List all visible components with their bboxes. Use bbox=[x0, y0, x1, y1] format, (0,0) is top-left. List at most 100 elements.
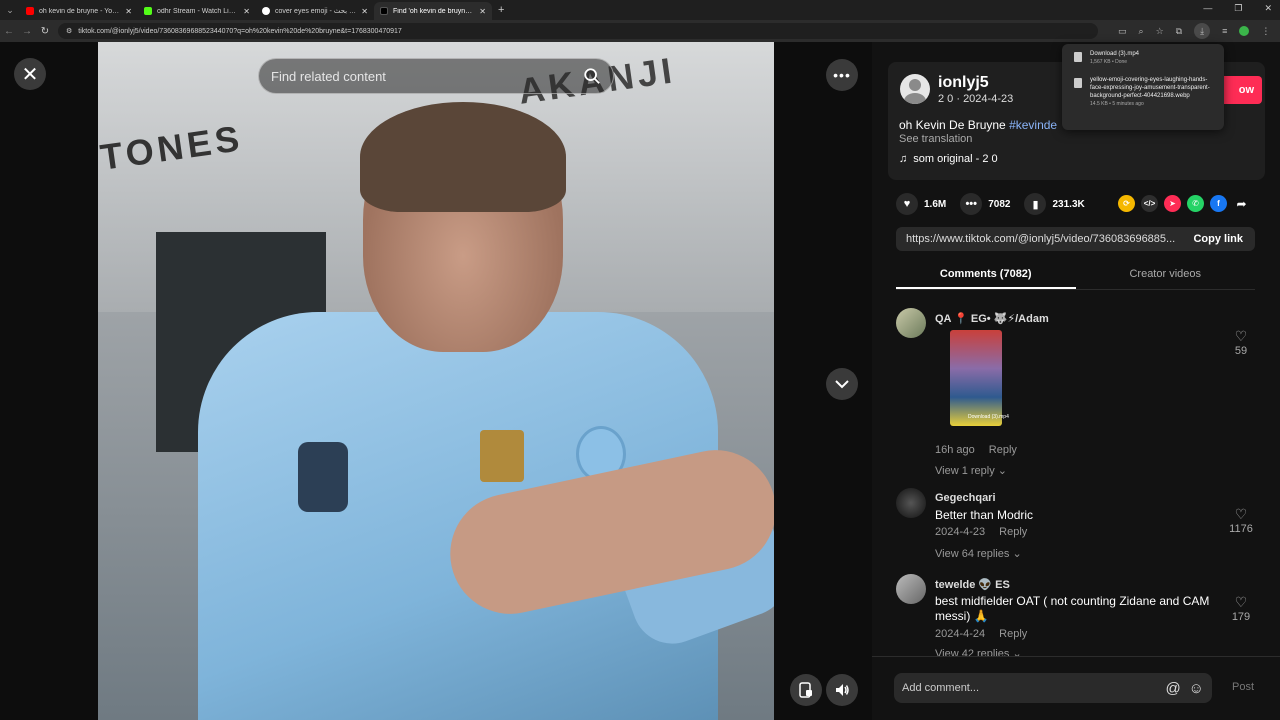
new-tab-icon[interactable]: + bbox=[498, 4, 504, 16]
file-icon bbox=[1074, 78, 1082, 88]
copy-link-button[interactable]: Copy link bbox=[1181, 233, 1255, 245]
reload-icon[interactable]: ↻ bbox=[36, 26, 54, 37]
close-tab-icon[interactable]: ✕ bbox=[361, 7, 368, 16]
commenter-name[interactable]: QA 📍 EG• 🐺⚡/Adam bbox=[935, 312, 1049, 325]
whatsapp-icon[interactable]: ✆ bbox=[1187, 195, 1204, 212]
heart-outline-icon: ♡ bbox=[1234, 594, 1248, 610]
comment-meta: 16h ago Reply bbox=[935, 444, 1017, 456]
comment-action[interactable]: ••• 7082 bbox=[960, 193, 1010, 215]
address-bar: ← → ↻ ⚙ tiktok.com/@ionlyj5/video/736083… bbox=[0, 20, 1280, 42]
next-video-button[interactable] bbox=[826, 368, 858, 400]
browser-tab-youtube[interactable]: oh kevin de bruyne - YouTube ✕ bbox=[20, 2, 138, 20]
tab-creator-videos[interactable]: Creator videos bbox=[1076, 262, 1256, 289]
comment-item: QA 📍 EG• 🐺⚡/Adam Download (3).mp4 16h ag… bbox=[896, 308, 1256, 478]
repost-icon[interactable]: ⟳ bbox=[1118, 195, 1135, 212]
comment-meta: 2024-4-23 Reply bbox=[935, 526, 1028, 538]
comment-text: best midfielder OAT ( not counting Zidan… bbox=[935, 594, 1210, 623]
post-button[interactable]: Post bbox=[1232, 681, 1254, 693]
tiktok-favicon-icon bbox=[380, 7, 388, 15]
download-status: 1,567 KB • Done bbox=[1090, 59, 1128, 65]
search-icon[interactable] bbox=[583, 67, 601, 85]
volume-button[interactable] bbox=[826, 674, 858, 706]
video-link-text[interactable]: https://www.tiktok.com/@ionlyj5/video/73… bbox=[896, 233, 1181, 245]
comment-input[interactable] bbox=[902, 682, 1158, 694]
reply-button[interactable]: Reply bbox=[999, 526, 1027, 538]
find-related-search[interactable] bbox=[258, 58, 614, 94]
browser-tab-kick[interactable]: odhr Stream - Watch Live on Ki ✕ bbox=[138, 2, 256, 20]
cast-icon[interactable]: ▭ bbox=[1118, 26, 1127, 37]
browser-tab-google[interactable]: cover eyes emoji - بحث Google ✕ bbox=[256, 2, 374, 20]
save-action[interactable]: ▮ 231.3K bbox=[1024, 193, 1085, 215]
maximize-icon[interactable]: ❐ bbox=[1234, 3, 1242, 14]
tab-search-icon[interactable]: ⌄ bbox=[0, 0, 20, 20]
zoom-icon[interactable]: ⌕ bbox=[1139, 26, 1144, 37]
close-video-button[interactable]: ✕ bbox=[14, 58, 46, 90]
hashtag-link[interactable]: #kevinde bbox=[1009, 118, 1057, 132]
speaker-icon bbox=[836, 684, 849, 696]
profile-avatar[interactable] bbox=[1239, 26, 1250, 36]
close-tab-icon[interactable]: ✕ bbox=[125, 7, 132, 16]
download-icon[interactable]: ⤓ bbox=[1194, 23, 1211, 39]
sound-link[interactable]: ♫ som original - 2 0 bbox=[899, 153, 998, 165]
attachment-caption: Download (3).mp4 bbox=[968, 414, 1009, 420]
download-item[interactable]: yellow-emoji-covering-eyes-laughing-hand… bbox=[1074, 76, 1212, 107]
reply-button[interactable]: Reply bbox=[999, 628, 1027, 640]
commenter-avatar[interactable] bbox=[896, 308, 926, 338]
commenter-name[interactable]: Gegechqari bbox=[935, 492, 996, 504]
facebook-icon[interactable]: f bbox=[1210, 195, 1227, 212]
download-item[interactable]: Download (3).mp4 1,567 KB • Done bbox=[1074, 50, 1212, 65]
minimize-icon[interactable]: — bbox=[1203, 3, 1212, 14]
comment-like[interactable]: ♡ 1176 bbox=[1226, 506, 1256, 535]
view-replies-button[interactable]: View 42 replies ⌄ bbox=[935, 647, 1022, 656]
mention-icon[interactable]: @ bbox=[1165, 680, 1180, 697]
commenter-avatar[interactable] bbox=[896, 574, 926, 604]
emoji-icon[interactable]: ☺ bbox=[1189, 680, 1204, 697]
see-translation-link[interactable]: See translation bbox=[899, 133, 972, 145]
comment-image-attachment[interactable]: Download (3).mp4 bbox=[950, 330, 1009, 426]
author-username[interactable]: ionlyj5 bbox=[938, 74, 989, 92]
send-to-friends-icon[interactable]: ➤ bbox=[1164, 195, 1181, 212]
comment-composer: @ ☺ Post bbox=[872, 656, 1280, 720]
toolbar-extensions: ▭ ⌕ ☆ ⧉ ⤓ ≡ ⋮ bbox=[1118, 23, 1270, 39]
commenter-avatar[interactable] bbox=[896, 488, 926, 518]
back-icon[interactable]: ← bbox=[0, 26, 18, 37]
author-meta: 2 0 · 2024-4-23 bbox=[938, 93, 1014, 105]
video-link-box: https://www.tiktok.com/@ionlyj5/video/73… bbox=[896, 227, 1255, 251]
forward-icon[interactable]: → bbox=[18, 26, 36, 37]
menu-kebab-icon[interactable]: ⋮ bbox=[1261, 26, 1270, 37]
url-field[interactable]: ⚙ tiktok.com/@ionlyj5/video/736083696885… bbox=[58, 23, 1098, 39]
close-tab-icon[interactable]: ✕ bbox=[479, 7, 486, 16]
bookmark-star-icon[interactable]: ☆ bbox=[1156, 26, 1164, 37]
extensions-icon[interactable]: ⧉ bbox=[1176, 26, 1182, 37]
more-options-button[interactable]: ••• bbox=[826, 59, 858, 91]
site-info-icon[interactable]: ⚙ bbox=[66, 27, 72, 35]
search-input[interactable] bbox=[271, 68, 583, 84]
reply-button[interactable]: Reply bbox=[989, 444, 1017, 456]
comment-item: tewelde 👽 ES best midfielder OAT ( not c… bbox=[896, 574, 1256, 656]
tab-groups-icon[interactable]: ≡ bbox=[1222, 26, 1227, 36]
kick-favicon-icon bbox=[144, 7, 152, 15]
like-action[interactable]: ♥ 1.6M bbox=[896, 193, 946, 215]
video-player[interactable]: TONES AKANJI bbox=[98, 42, 774, 720]
close-window-icon[interactable]: ✕ bbox=[1264, 3, 1272, 14]
commenter-name[interactable]: tewelde 👽 ES bbox=[935, 578, 1010, 591]
heart-outline-icon: ♡ bbox=[1234, 506, 1248, 522]
comment-like[interactable]: ♡ 179 bbox=[1226, 594, 1256, 623]
embed-code-icon[interactable]: </> bbox=[1141, 195, 1158, 212]
file-icon bbox=[1074, 52, 1082, 62]
browser-tab-tiktok[interactable]: Find 'oh kevin de bruyne' o ✕ bbox=[374, 2, 492, 20]
tab-comments[interactable]: Comments (7082) bbox=[896, 262, 1076, 289]
close-tab-icon[interactable]: ✕ bbox=[243, 7, 250, 16]
view-replies-button[interactable]: View 1 reply ⌄ bbox=[935, 464, 1007, 477]
comment-bubble-icon: ••• bbox=[960, 193, 983, 215]
download-status: 14.5 KB • 5 minutes ago bbox=[1090, 101, 1144, 107]
share-arrow-icon[interactable]: ➦ bbox=[1233, 195, 1250, 212]
view-replies-button[interactable]: View 64 replies ⌄ bbox=[935, 547, 1022, 560]
picture-in-picture-button[interactable] bbox=[790, 674, 822, 706]
share-options: ⟳ </> ➤ ✆ f ➦ bbox=[1118, 195, 1250, 212]
browser-tab-bar: ⌄ oh kevin de bruyne - YouTube ✕ odhr St… bbox=[0, 0, 1280, 20]
panel-tabs: Comments (7082) Creator videos bbox=[896, 262, 1255, 290]
comment-like[interactable]: ♡ 59 bbox=[1226, 328, 1256, 357]
author-avatar[interactable] bbox=[900, 74, 930, 104]
sleeve-patch bbox=[298, 442, 348, 512]
